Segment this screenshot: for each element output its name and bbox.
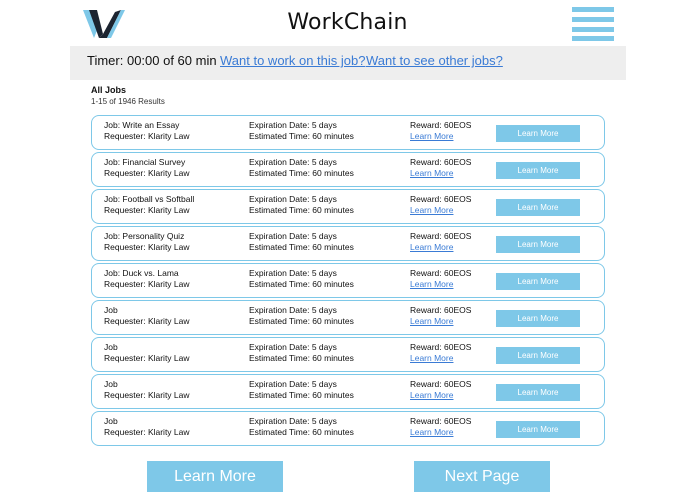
job-reward: Reward: 60EOS <box>410 305 472 315</box>
job-estimated-time: Estimated Time: 60 minutes <box>249 427 354 437</box>
job-row: Job Requester: Klarity Law Expiration Dat… <box>91 411 605 446</box>
job-learn-more-link[interactable]: Learn More <box>410 168 471 179</box>
job-title: Job: Financial Survey <box>104 157 186 167</box>
timer-text: Timer: 00:00 of 60 min <box>87 53 217 68</box>
job-title: Job: Duck vs. Lama <box>104 268 179 278</box>
job-row: Job Requester: Klarity Law Expiration Dat… <box>91 337 605 372</box>
job-learn-more-link[interactable]: Learn More <box>410 427 471 438</box>
job-row: Job: Personality Quiz Requester: Klarity … <box>91 226 605 261</box>
job-reward: Reward: 60EOS <box>410 268 472 278</box>
job-title: Job <box>104 305 118 315</box>
job-requester: Requester: Klarity Law <box>104 205 190 215</box>
job-title: Job: Football vs Softball <box>104 194 195 204</box>
job-requester: Requester: Klarity Law <box>104 168 190 178</box>
job-estimated-time: Estimated Time: 60 minutes <box>249 168 354 178</box>
job-title: Job: Write an Essay <box>104 120 180 130</box>
job-learn-more-link[interactable]: Learn More <box>410 353 471 364</box>
job-learn-more-button[interactable]: Learn More <box>496 273 580 290</box>
job-estimated-time: Estimated Time: 60 minutes <box>249 390 354 400</box>
job-learn-more-button[interactable]: Learn More <box>496 162 580 179</box>
job-expiration: Expiration Date: 5 days <box>249 305 337 315</box>
job-learn-more-link[interactable]: Learn More <box>410 390 471 401</box>
job-learn-more-button[interactable]: Learn More <box>496 236 580 253</box>
work-on-job-link[interactable]: Want to work on this job? <box>220 53 365 68</box>
job-row: Job: Financial Survey Requester: Klarity … <box>91 152 605 187</box>
job-requester: Requester: Klarity Law <box>104 390 190 400</box>
menu-icon[interactable] <box>572 7 614 41</box>
job-learn-more-link[interactable]: Learn More <box>410 316 471 327</box>
job-learn-more-button[interactable]: Learn More <box>496 310 580 327</box>
job-learn-more-button[interactable]: Learn More <box>496 421 580 438</box>
header: WorkChain <box>0 0 695 46</box>
job-reward: Reward: 60EOS <box>410 416 472 426</box>
job-reward: Reward: 60EOS <box>410 194 472 204</box>
job-learn-more-link[interactable]: Learn More <box>410 279 471 290</box>
job-row: Job: Duck vs. Lama Requester: Klarity Law… <box>91 263 605 298</box>
section-title: All Jobs <box>91 85 127 95</box>
job-learn-more-button[interactable]: Learn More <box>496 347 580 364</box>
learn-more-button[interactable]: Learn More <box>147 461 283 492</box>
job-estimated-time: Estimated Time: 60 minutes <box>249 205 354 215</box>
job-title: Job: Personality Quiz <box>104 231 185 241</box>
see-other-jobs-link[interactable]: Want to see other jobs? <box>366 53 503 68</box>
job-title: Job <box>104 342 118 352</box>
job-learn-more-link[interactable]: Learn More <box>410 205 471 216</box>
job-expiration: Expiration Date: 5 days <box>249 342 337 352</box>
job-title: Job <box>104 379 118 389</box>
job-expiration: Expiration Date: 5 days <box>249 268 337 278</box>
job-estimated-time: Estimated Time: 60 minutes <box>249 316 354 326</box>
job-requester: Requester: Klarity Law <box>104 353 190 363</box>
job-row: Job: Football vs Softball Requester: Klar… <box>91 189 605 224</box>
job-reward: Reward: 60EOS <box>410 379 472 389</box>
timer-bar: Timer: 00:00 of 60 min Want to work on t… <box>70 46 626 80</box>
job-expiration: Expiration Date: 5 days <box>249 157 337 167</box>
job-row: Job Requester: Klarity Law Expiration Dat… <box>91 374 605 409</box>
job-requester: Requester: Klarity Law <box>104 131 190 141</box>
job-requester: Requester: Klarity Law <box>104 316 190 326</box>
job-requester: Requester: Klarity Law <box>104 427 190 437</box>
job-row: Job Requester: Klarity Law Expiration Dat… <box>91 300 605 335</box>
job-learn-more-button[interactable]: Learn More <box>496 125 580 142</box>
job-learn-more-button[interactable]: Learn More <box>496 384 580 401</box>
job-requester: Requester: Klarity Law <box>104 242 190 252</box>
job-title: Job <box>104 416 118 426</box>
job-requester: Requester: Klarity Law <box>104 279 190 289</box>
job-expiration: Expiration Date: 5 days <box>249 231 337 241</box>
job-row: Job: Write an Essay Requester: Klarity La… <box>91 115 605 150</box>
job-estimated-time: Estimated Time: 60 minutes <box>249 353 354 363</box>
job-reward: Reward: 60EOS <box>410 231 472 241</box>
job-learn-more-link[interactable]: Learn More <box>410 242 471 253</box>
job-learn-more-link[interactable]: Learn More <box>410 131 471 142</box>
job-expiration: Expiration Date: 5 days <box>249 194 337 204</box>
job-estimated-time: Estimated Time: 60 minutes <box>249 242 354 252</box>
job-reward: Reward: 60EOS <box>410 120 472 130</box>
job-reward: Reward: 60EOS <box>410 157 472 167</box>
job-estimated-time: Estimated Time: 60 minutes <box>249 131 354 141</box>
job-expiration: Expiration Date: 5 days <box>249 379 337 389</box>
job-expiration: Expiration Date: 5 days <box>249 416 337 426</box>
job-expiration: Expiration Date: 5 days <box>249 120 337 130</box>
job-learn-more-button[interactable]: Learn More <box>496 199 580 216</box>
results-count: 1-15 of 1946 Results <box>91 97 165 106</box>
next-page-button[interactable]: Next Page <box>414 461 550 492</box>
job-reward: Reward: 60EOS <box>410 342 472 352</box>
job-estimated-time: Estimated Time: 60 minutes <box>249 279 354 289</box>
